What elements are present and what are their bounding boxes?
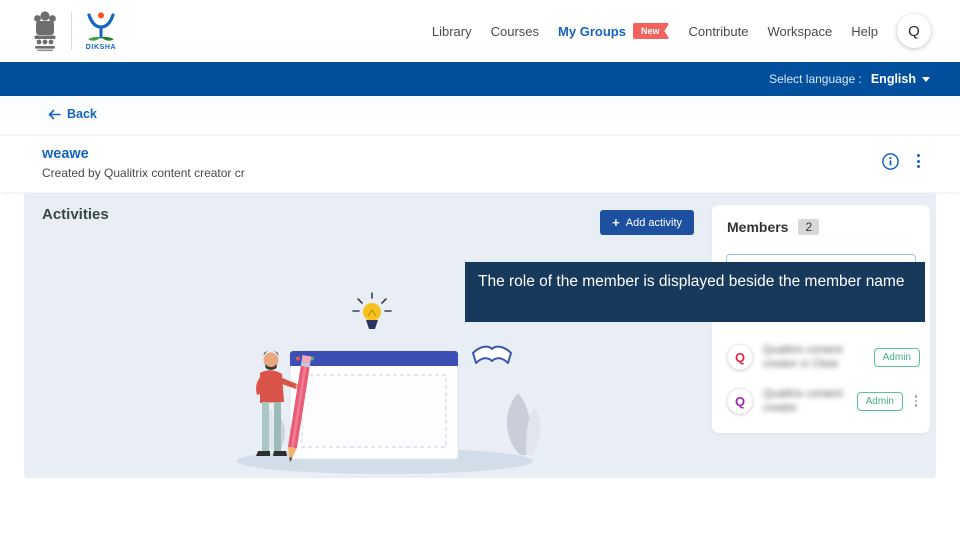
language-bar: Select language : English xyxy=(0,62,960,96)
brand-logos: DIKSHA xyxy=(30,9,119,53)
nav-contribute[interactable]: Contribute xyxy=(688,24,748,39)
add-activity-button[interactable]: + Add activity xyxy=(600,210,694,235)
back-button[interactable]: Back xyxy=(48,107,97,121)
nav-library[interactable]: Library xyxy=(432,24,472,39)
member-name-blurred: Qualitrix content creator xyxy=(763,387,855,416)
language-label: Select language : xyxy=(769,72,862,86)
add-activity-label: Add activity xyxy=(626,217,682,229)
member-role-badge: Admin xyxy=(874,348,920,367)
group-kebab-menu-icon[interactable] xyxy=(915,152,922,170)
group-title: weawe xyxy=(42,146,89,162)
diksha-logo: DIKSHA xyxy=(83,11,119,51)
diksha-logo-icon xyxy=(83,11,119,43)
back-strip: Back xyxy=(0,96,960,135)
nav-courses[interactable]: Courses xyxy=(491,24,539,39)
main-nav: Library Courses My Groups New Contribute… xyxy=(432,0,931,62)
walkthrough-tooltip: The role of the member is displayed besi… xyxy=(465,262,925,322)
nav-help[interactable]: Help xyxy=(851,24,878,39)
nav-workspace[interactable]: Workspace xyxy=(767,24,832,39)
info-icon[interactable] xyxy=(882,153,899,170)
diksha-logo-text: DIKSHA xyxy=(86,44,116,51)
plus-icon: + xyxy=(612,216,620,229)
members-header: Members 2 xyxy=(727,219,819,235)
chevron-down-icon xyxy=(922,77,930,82)
back-label: Back xyxy=(67,107,97,121)
language-selected-value: English xyxy=(871,72,916,86)
member-row: Q Qualitrix content creator cr Cbse Admi… xyxy=(727,337,920,377)
nav-my-groups-wrap: My Groups New xyxy=(558,23,669,39)
member-name-blurred: Qualitrix content creator cr Cbse xyxy=(763,343,855,372)
page-footer-space xyxy=(0,478,960,540)
members-heading: Members xyxy=(727,219,788,235)
top-header: DIKSHA Library Courses My Groups New Con… xyxy=(0,0,960,62)
nav-my-groups[interactable]: My Groups xyxy=(558,24,626,39)
group-subtitle: Created by Qualitrix content creator cr xyxy=(42,166,245,180)
logo-divider xyxy=(71,12,72,50)
member-role-badge: Admin xyxy=(857,392,903,411)
member-row: Q Qualitrix content creator Admin xyxy=(727,381,920,421)
profile-avatar[interactable]: Q xyxy=(897,14,931,48)
activities-heading: Activities xyxy=(42,206,109,223)
lightbulb-icon xyxy=(353,293,391,329)
language-select[interactable]: English xyxy=(871,72,930,86)
diksha-group-page: DIKSHA Library Courses My Groups New Con… xyxy=(0,0,960,540)
member-avatar: Q xyxy=(727,344,753,370)
group-header-card: weawe Created by Qualitrix content creat… xyxy=(0,135,960,192)
india-emblem-icon xyxy=(30,9,60,53)
member-avatar: Q xyxy=(727,388,753,414)
new-ribbon-badge: New xyxy=(633,23,670,39)
member-kebab-menu-icon[interactable] xyxy=(912,395,920,407)
group-actions xyxy=(882,152,922,170)
back-arrow-icon xyxy=(48,109,61,120)
members-count-badge: 2 xyxy=(798,219,819,235)
activities-panel: Activities + Add activity xyxy=(24,193,936,478)
